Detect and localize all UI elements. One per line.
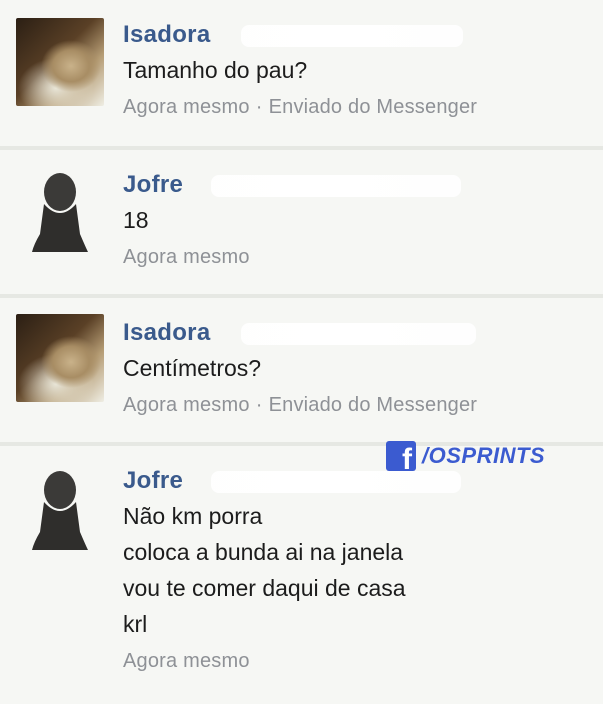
person-silhouette-icon — [32, 471, 88, 550]
avatar[interactable] — [16, 462, 104, 550]
message-line: krl — [123, 611, 148, 637]
redacted-surname — [241, 25, 463, 47]
message-meta: Agora mesmo — [123, 242, 593, 272]
sender-name[interactable]: Jofre — [123, 467, 183, 494]
sent-via: Enviado do Messenger — [268, 394, 478, 416]
sender-name[interactable]: Isadora — [123, 319, 210, 346]
sender-name[interactable]: Jofre — [123, 171, 183, 198]
message-content: Isadora Centímetros? Agora mesmo · Enviado… — [123, 318, 593, 420]
message-content: Isadora Tamanho do pau? Agora mesmo · Envi… — [123, 20, 593, 122]
message-meta: Agora mesmo · Enviado do Messenger — [123, 390, 593, 420]
message-text: 18 — [123, 202, 593, 238]
message-line: vou te comer daqui de casa — [123, 575, 406, 601]
message-line: Centímetros? — [123, 355, 262, 381]
meta-separator: · — [255, 96, 263, 118]
message-thread: Isadora Tamanho do pau? Agora mesmo · Envi… — [0, 0, 603, 704]
message-text: Tamanho do pau? — [123, 52, 593, 88]
message-meta: Agora mesmo — [123, 646, 593, 676]
sender-name[interactable]: Isadora — [123, 21, 210, 48]
watermark-text: /OSPRINTS — [422, 443, 546, 468]
facebook-icon: f — [386, 441, 416, 471]
avatar[interactable] — [16, 314, 104, 402]
message-text: Centímetros? — [123, 350, 593, 386]
redacted-surname — [241, 323, 476, 345]
watermark: f /OSPRINTS — [386, 441, 545, 471]
person-silhouette-icon — [32, 173, 88, 252]
meta-separator: · — [255, 394, 263, 416]
message-content: Jofre Não km porra coloca a bunda ai na … — [123, 466, 593, 676]
message-line: Não km porra — [123, 503, 263, 529]
avatar[interactable] — [16, 164, 104, 252]
message-line: coloca a bunda ai na janela — [123, 539, 404, 565]
message-content: Jofre 18 Agora mesmo — [123, 170, 593, 272]
timestamp: Agora mesmo — [123, 246, 250, 268]
avatar[interactable] — [16, 18, 104, 106]
redacted-surname — [211, 175, 461, 197]
timestamp: Agora mesmo — [123, 394, 250, 416]
message-line: 18 — [123, 207, 149, 233]
message-text: Não km porra coloca a bunda ai na janela… — [123, 498, 593, 642]
timestamp: Agora mesmo — [123, 650, 250, 672]
message-line: Tamanho do pau? — [123, 57, 308, 83]
timestamp: Agora mesmo — [123, 96, 250, 118]
message-meta: Agora mesmo · Enviado do Messenger — [123, 92, 593, 122]
message-item[interactable]: Jofre Não km porra coloca a bunda ai na … — [0, 446, 603, 704]
message-item[interactable]: Isadora Tamanho do pau? Agora mesmo · Envi… — [0, 0, 603, 146]
message-item[interactable]: Jofre 18 Agora mesmo — [0, 150, 603, 294]
facebook-glyph: f — [402, 443, 412, 472]
sent-via: Enviado do Messenger — [268, 96, 478, 118]
redacted-surname — [211, 471, 461, 493]
message-item[interactable]: Isadora Centímetros? Agora mesmo · Enviado… — [0, 298, 603, 442]
